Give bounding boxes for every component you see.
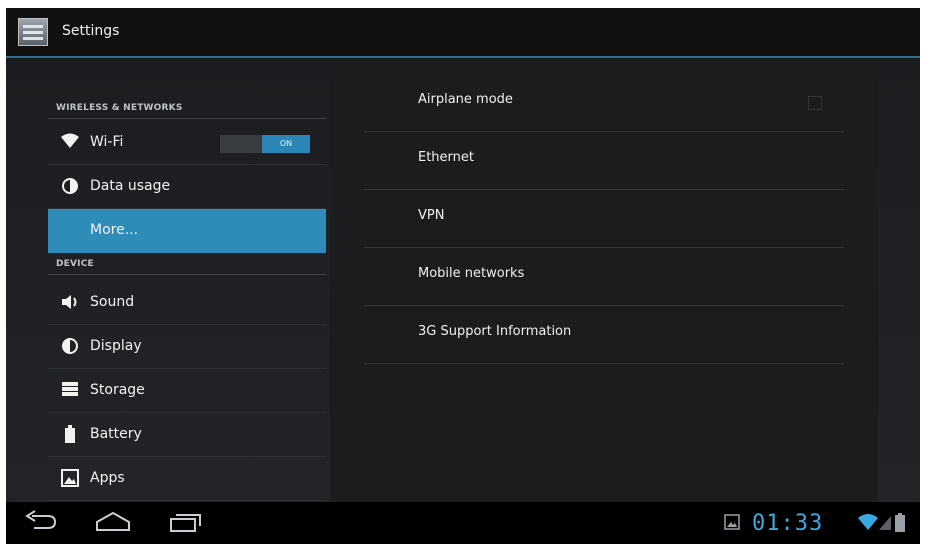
- category-device: DEVICE: [56, 259, 94, 269]
- gallery-notification-icon[interactable]: [724, 514, 740, 534]
- system-nav-bar: 01:33: [6, 502, 920, 544]
- settings-item-data-usage[interactable]: Data usage: [48, 165, 326, 209]
- settings-item-label: Wi-Fi: [90, 134, 124, 150]
- app-title: Settings: [62, 23, 120, 39]
- settings-item-wifi[interactable]: Wi-Fi ON: [48, 121, 326, 165]
- battery-icon: [60, 425, 80, 445]
- settings-item-storage[interactable]: Storage: [48, 369, 326, 413]
- settings-item-label: Sound: [90, 294, 135, 310]
- sound-icon: [60, 293, 80, 313]
- pref-airplane-mode[interactable]: Airplane mode: [364, 74, 844, 132]
- pref-vpn[interactable]: VPN: [364, 190, 844, 248]
- pref-label: Mobile networks: [418, 266, 525, 281]
- display-icon: [60, 337, 80, 357]
- back-icon[interactable]: [24, 510, 58, 538]
- recent-apps-icon[interactable]: [168, 510, 204, 538]
- settings-item-apps[interactable]: Apps: [48, 457, 326, 501]
- settings-detail-pane: Airplane mode Ethernet VPN Mobile networ…: [330, 64, 878, 502]
- wifi-toggle[interactable]: ON: [220, 135, 310, 153]
- category-divider: [48, 118, 326, 119]
- settings-item-battery[interactable]: Battery: [48, 413, 326, 457]
- home-icon[interactable]: [94, 510, 132, 538]
- data-usage-icon: [60, 177, 80, 197]
- pref-label: Airplane mode: [418, 92, 513, 107]
- settings-item-label: Battery: [90, 426, 142, 442]
- settings-content: WIRELESS & NETWORKS Wi-Fi ON Data usage …: [6, 58, 920, 502]
- battery-status-icon: [894, 513, 906, 537]
- airplane-mode-checkbox[interactable]: [808, 96, 822, 110]
- settings-item-label: Apps: [90, 470, 125, 486]
- pref-3g-support-information[interactable]: 3G Support Information: [364, 306, 844, 364]
- settings-item-display[interactable]: Display: [48, 325, 326, 369]
- category-wireless-networks: WIRELESS & NETWORKS: [56, 103, 183, 113]
- settings-item-sound[interactable]: Sound: [48, 281, 326, 325]
- settings-item-label: Data usage: [90, 178, 171, 194]
- wifi-toggle-on-label: ON: [262, 135, 310, 153]
- tablet-screen: Settings WIRELESS & NETWORKS Wi-Fi ON Da…: [6, 8, 920, 544]
- pref-label: VPN: [418, 208, 445, 223]
- wifi-icon: [60, 133, 80, 153]
- apps-icon: [60, 469, 80, 489]
- category-divider: [48, 274, 326, 275]
- settings-headers-pane: WIRELESS & NETWORKS Wi-Fi ON Data usage …: [48, 58, 328, 502]
- pref-ethernet[interactable]: Ethernet: [364, 132, 844, 190]
- pref-label: Ethernet: [418, 150, 474, 165]
- settings-app-icon[interactable]: [18, 18, 48, 46]
- wifi-signal-icon: [858, 513, 878, 535]
- settings-item-label: Display: [90, 338, 142, 354]
- status-clock: 01:33: [752, 511, 824, 536]
- settings-item-label: More...: [90, 222, 139, 238]
- cell-signal-icon: [878, 513, 892, 535]
- action-bar: Settings: [6, 8, 920, 58]
- storage-icon: [60, 381, 80, 401]
- settings-item-more[interactable]: More...: [48, 209, 326, 253]
- pref-label: 3G Support Information: [418, 324, 572, 339]
- settings-item-label: Storage: [90, 382, 145, 398]
- pref-mobile-networks[interactable]: Mobile networks: [364, 248, 844, 306]
